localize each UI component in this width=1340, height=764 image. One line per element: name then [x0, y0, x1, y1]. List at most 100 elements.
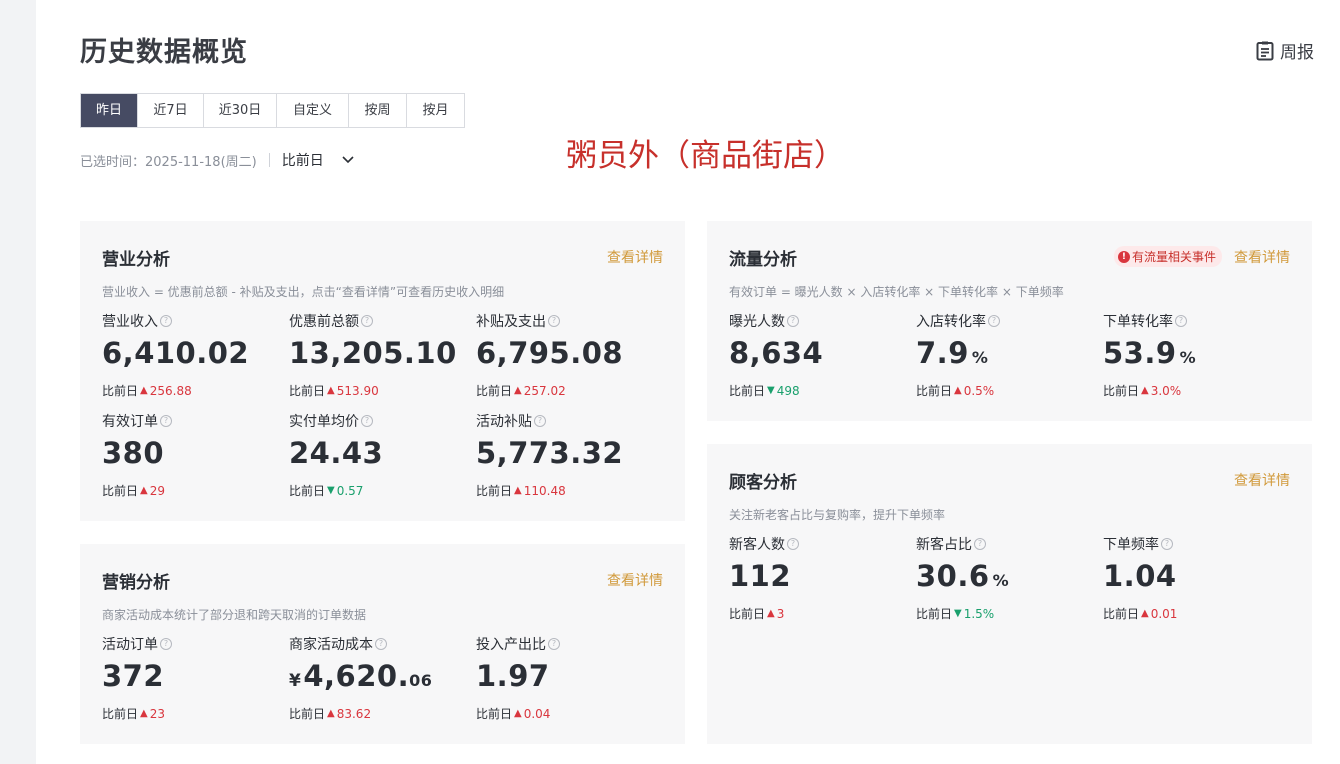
view-details-link[interactable]: 查看详情	[1234, 247, 1290, 267]
comparison-label: 比前日	[476, 384, 513, 398]
comparison-delta: 3.0%	[1150, 383, 1182, 398]
metric-comparison: 比前日 ▲ 3.0%	[1103, 382, 1283, 399]
comparison-delta: 513.90	[336, 383, 379, 398]
metric-valid-orders: 有效订单? 380 比前日 ▲ 29	[102, 412, 282, 499]
metric-roi: 投入产出比? 1.97 比前日 ▲ 0.04	[476, 635, 656, 722]
help-icon[interactable]: ?	[361, 415, 373, 427]
metric-revenue: 营业收入? 6,410.02 比前日 ▲ 256.88	[102, 312, 282, 399]
metric-value-text: 6,795.08	[476, 336, 624, 370]
metric-value: 53.9%	[1103, 336, 1283, 372]
comparison-label: 比前日	[289, 384, 326, 398]
metric-label: 商家活动成本?	[289, 635, 469, 653]
alert-icon: !	[1117, 250, 1130, 263]
help-icon[interactable]: ?	[534, 415, 546, 427]
metric-comparison: 比前日 ▼ 0.57	[289, 482, 469, 499]
comparison-label: 比前日	[476, 707, 513, 721]
comparison-label: 比前日	[1103, 607, 1140, 621]
arrow-up-icon: ▲	[327, 385, 335, 396]
metric-unit: %	[971, 348, 989, 367]
metric-label-text: 下单频率	[1103, 537, 1159, 553]
help-icon[interactable]: ?	[361, 315, 373, 327]
comparison-delta: 1.5%	[963, 606, 995, 621]
metric-label: 活动补贴?	[476, 412, 656, 430]
arrow-down-icon: ▼	[767, 385, 775, 396]
tab-yesterday[interactable]: 昨日	[81, 94, 138, 127]
help-icon[interactable]: ?	[1175, 315, 1187, 327]
weekly-report-button[interactable]: 周报	[1256, 38, 1314, 63]
card-title: 营销分析	[102, 573, 170, 593]
metric-value-text: 7.9	[916, 336, 969, 370]
metric-value: 5,773.32	[476, 436, 656, 472]
metric-label: 营业收入?	[102, 312, 282, 330]
metric-value-text: 30.6	[916, 559, 990, 593]
divider	[268, 153, 270, 167]
metric-comparison: 比前日 ▲ 29	[102, 482, 282, 499]
metric-label: 活动订单?	[102, 635, 282, 653]
metric-comparison: 比前日 ▲ 83.62	[289, 705, 469, 722]
shop-name: 粥员外（商品街店）	[566, 138, 845, 174]
tab-by-week[interactable]: 按周	[349, 94, 407, 127]
metric-comparison: 比前日 ▼ 498	[729, 382, 909, 399]
arrow-up-icon: ▲	[767, 608, 775, 619]
comparison-delta: 29	[149, 483, 165, 498]
metric-new-customers: 新客人数? 112 比前日 ▲ 3	[729, 535, 909, 622]
comparison-delta: 0.04	[523, 706, 551, 721]
metric-label: 下单转化率?	[1103, 312, 1283, 330]
arrow-up-icon: ▲	[1141, 385, 1149, 396]
metric-label: 下单频率?	[1103, 535, 1283, 553]
comparison-delta: 23	[149, 706, 165, 721]
compare-dropdown[interactable]: 比前日	[282, 150, 354, 170]
help-icon[interactable]: ?	[988, 315, 1000, 327]
comparison-delta: 3	[776, 606, 785, 621]
view-details-link[interactable]: 查看详情	[1234, 470, 1290, 490]
comparison-label: 比前日	[102, 384, 139, 398]
tab-last-7-days[interactable]: 近7日	[138, 94, 204, 127]
view-details-link[interactable]: 查看详情	[607, 570, 663, 590]
comparison-label: 比前日	[289, 707, 326, 721]
tab-by-month[interactable]: 按月	[407, 94, 464, 127]
help-icon[interactable]: ?	[548, 638, 560, 650]
comparison-label: 比前日	[729, 607, 766, 621]
metric-label: 入店转化率?	[916, 312, 1096, 330]
arrow-down-icon: ▼	[327, 485, 335, 496]
metric-label-text: 新客占比	[916, 537, 972, 553]
metric-activity-orders: 活动订单? 372 比前日 ▲ 23	[102, 635, 282, 722]
date-range-tabs: 昨日 近7日 近30日 自定义 按周 按月	[80, 93, 465, 128]
help-icon[interactable]: ?	[787, 315, 799, 327]
tab-custom[interactable]: 自定义	[277, 94, 349, 127]
metric-value: 1.04	[1103, 559, 1283, 595]
comparison-label: 比前日	[916, 607, 953, 621]
traffic-event-label: 有流量相关事件	[1131, 250, 1216, 264]
metric-comparison: 比前日 ▲ 23	[102, 705, 282, 722]
metric-value: 1.97	[476, 659, 656, 695]
view-details-link[interactable]: 查看详情	[607, 247, 663, 267]
metric-label-text: 优惠前总额	[289, 314, 359, 330]
comparison-delta: 83.62	[336, 706, 372, 721]
metric-label-text: 曝光人数	[729, 314, 785, 330]
comparison-label: 比前日	[102, 484, 139, 498]
metric-label: 曝光人数?	[729, 312, 909, 330]
metric-label-text: 有效订单	[102, 414, 158, 430]
metric-value: 7.9%	[916, 336, 1096, 372]
card-title: 顾客分析	[729, 473, 797, 493]
help-icon[interactable]: ?	[974, 538, 986, 550]
traffic-event-badge[interactable]: ! 有流量相关事件	[1113, 246, 1222, 267]
tab-last-30-days[interactable]: 近30日	[204, 94, 277, 127]
help-icon[interactable]: ?	[787, 538, 799, 550]
help-icon[interactable]: ?	[548, 315, 560, 327]
help-icon[interactable]: ?	[160, 415, 172, 427]
metric-label-text: 补贴及支出	[476, 314, 546, 330]
metric-gross-total: 优惠前总额? 13,205.10 比前日 ▲ 513.90	[289, 312, 469, 399]
help-icon[interactable]: ?	[375, 638, 387, 650]
help-icon[interactable]: ?	[160, 638, 172, 650]
metric-value-text: 380	[102, 436, 165, 470]
arrow-up-icon: ▲	[514, 485, 522, 496]
traffic-analysis-card: 流量分析 ! 有流量相关事件 查看详情 有效订单 = 曝光人数 × 入店转化率 …	[707, 221, 1312, 421]
selected-time-label: 已选时间：	[80, 154, 146, 170]
metric-value-text: 1.97	[476, 659, 550, 693]
help-icon[interactable]: ?	[1161, 538, 1173, 550]
card-title: 营业分析	[102, 250, 170, 270]
metric-label-text: 营业收入	[102, 314, 158, 330]
comparison-delta: 0.01	[1150, 606, 1178, 621]
help-icon[interactable]: ?	[160, 315, 172, 327]
